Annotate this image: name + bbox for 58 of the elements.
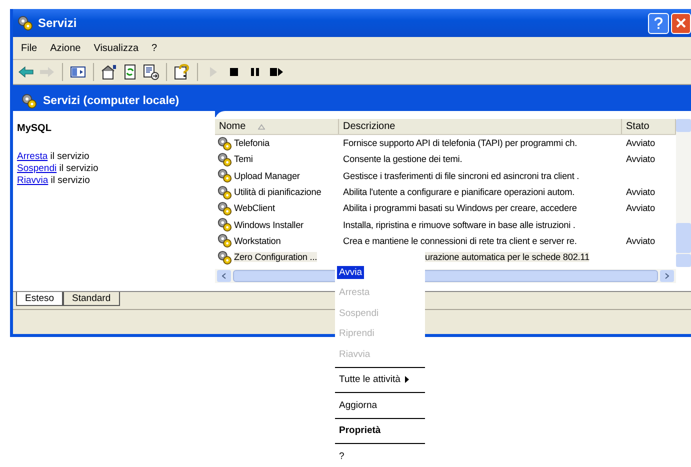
help-icon[interactable] — [174, 64, 190, 80]
service-name-cell[interactable]: Zero Configuration ... — [234, 252, 318, 262]
export-icon[interactable] — [143, 64, 159, 80]
status-cell: Avviato — [626, 154, 655, 164]
menu-item[interactable]: Azione — [50, 42, 81, 54]
action-link[interactable]: Arresta — [17, 151, 48, 162]
gears-icon — [21, 93, 37, 109]
column-header[interactable]: Descrizione — [339, 119, 622, 134]
back-icon[interactable] — [18, 64, 34, 80]
service-name-cell[interactable]: Telefonia — [234, 138, 270, 148]
menu-item[interactable]: File — [21, 42, 38, 54]
description-cell: Consente la gestione dei temi. — [343, 154, 462, 164]
view-tab[interactable]: Esteso — [16, 292, 64, 306]
help-button[interactable] — [648, 12, 669, 34]
context-menu-item[interactable]: Proprietà — [337, 424, 383, 438]
header-title: Servizi (computer locale) — [43, 95, 180, 107]
column-header[interactable]: Nome — [215, 119, 339, 134]
context-menu-item[interactable]: Tutte le attività — [337, 373, 402, 386]
service-name-cell[interactable]: WebClient — [234, 203, 275, 214]
service-name-cell[interactable]: Utilità di pianificazione — [234, 187, 322, 198]
status-cell: Avviato — [626, 187, 655, 198]
refresh-icon[interactable] — [122, 64, 138, 80]
service-name-cell[interactable]: Temi — [234, 154, 253, 164]
scroll-right-icon[interactable] — [665, 273, 669, 280]
description-cell: Abilita i programmi basati su Windows per creare, accedere — [343, 203, 577, 214]
menu-item[interactable]: ? — [152, 42, 158, 54]
context-menu-item[interactable]: Aggiorna — [337, 398, 380, 412]
menu-item[interactable]: Visualizza — [94, 42, 139, 54]
sort-icon — [258, 124, 265, 130]
description-cell: Gestisce i trasferimenti di file sincroni ed asincroni tra client . — [343, 170, 580, 181]
status-cell: Avviato — [626, 138, 655, 148]
service-name-cell[interactable]: Upload Manager — [234, 170, 300, 181]
description-cell: urazione automatica per le schede 802.11 — [425, 252, 590, 262]
status-cell: Avviato — [626, 203, 655, 214]
window-title: Servizi — [38, 16, 78, 30]
description-cell: Abilita l'utente a configurare e pianificare operazioni autom. — [343, 187, 574, 198]
description-cell: Installa, ripristina e rimuove software in base alle istruzioni . — [343, 220, 576, 230]
close-button[interactable] — [671, 12, 691, 34]
action-text: il servizio — [50, 175, 90, 186]
service-name: MySQL — [17, 123, 52, 134]
status-cell: Avviato — [626, 236, 655, 246]
question-mark-icon — [654, 16, 663, 30]
scroll-left-icon[interactable] — [222, 273, 226, 280]
context-menu-item[interactable]: Avvia — [337, 266, 364, 279]
description-cell: Crea e mantiene le connessioni di rete tra client e server re. — [343, 236, 577, 246]
view-tab[interactable]: Standard — [63, 292, 120, 306]
action-link[interactable]: Riavvia — [17, 175, 48, 186]
close-icon — [676, 18, 686, 28]
submenu-arrow-icon — [405, 376, 410, 384]
action-text: il servizio — [58, 163, 98, 174]
context-menu-item[interactable]: ? — [337, 450, 346, 463]
description-cell: Fornisce supporto API di telefonia (TAPI) per programmi ch. — [343, 138, 578, 148]
action-text: il servizio — [49, 151, 90, 162]
action-link[interactable]: Sospendi — [17, 163, 57, 174]
service-name-cell[interactable]: Workstation — [234, 236, 281, 246]
vertical-scrollbar[interactable] — [676, 119, 691, 267]
service-name-cell[interactable]: Windows Installer — [234, 220, 304, 230]
gears-icon — [17, 15, 33, 31]
